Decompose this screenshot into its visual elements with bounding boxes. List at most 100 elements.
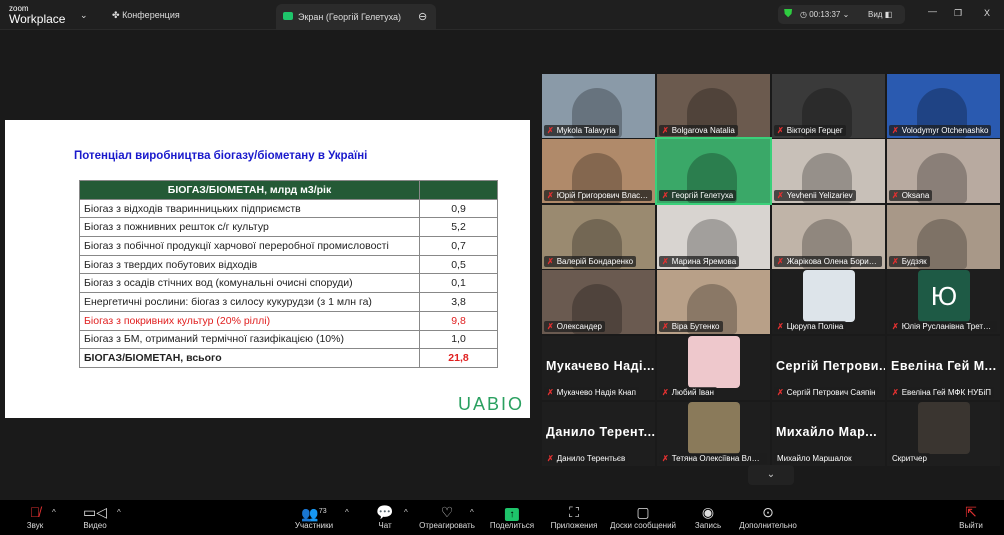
share-screen-tab[interactable]: Экран (Георгій Гелетуха) ⊖	[276, 4, 436, 30]
chat-options-caret[interactable]: ^	[404, 508, 408, 517]
row-label: Біогаз з побічної продукції харчової пер…	[79, 236, 420, 256]
share-tab-label: Экран (Георгій Гелетуха)	[298, 12, 402, 22]
row-value: 21,8	[419, 348, 498, 368]
react-button[interactable]: ♡ Отреагировать	[419, 503, 475, 530]
audio-button[interactable]: 🎙̸ Звук	[27, 503, 43, 530]
participant-tile[interactable]: ✗ Віра Бутенко	[657, 270, 770, 334]
mic-muted-icon: ✗	[777, 322, 784, 331]
close-button[interactable]: X	[984, 8, 990, 18]
meeting-info-button[interactable]: ✤ Конференция	[112, 10, 180, 21]
participant-tile[interactable]: Мукачево Наді... ✗ Мукачево Надія Кнап	[542, 336, 655, 400]
participant-name-label: ✗ Евеліна Гей МФК НУБіП	[889, 387, 995, 398]
row-label: Біогаз з БМ, отриманий термічної газифік…	[79, 329, 420, 350]
participant-name-label: ✗ Жарікова Олена Борисівна	[774, 256, 882, 267]
participant-tile[interactable]: ✗ Георгій Гелетуха	[655, 137, 772, 205]
row-value: 0,9	[419, 198, 498, 219]
participants-button[interactable]: 👥73 Участники	[295, 503, 333, 530]
row-value: 9,8	[419, 310, 498, 331]
participant-tile[interactable]: ✗ Цюрупа Поліна	[772, 270, 885, 334]
participant-tile[interactable]: ✗ Yevhenii Yelizariev	[772, 139, 885, 203]
participant-name-label: ✗ Вікторія Герцег	[774, 125, 846, 136]
meeting-status: ⛊ ◷ 00:13:37 ⌄ Вид ◧	[778, 5, 905, 24]
participant-name-label: ✗ Сергій Петрович Саяпін	[774, 387, 879, 398]
participant-avatar	[688, 336, 740, 388]
participant-tile[interactable]: ✗ Марина Яремова	[657, 205, 770, 269]
participant-tile[interactable]: ✗ Юрій Григорович Власенко	[542, 139, 655, 203]
participant-tile[interactable]: Ю ✗ Юлія Русланівна Третякова	[887, 270, 1000, 334]
mic-muted-icon: ✗	[777, 388, 784, 397]
mic-muted-icon: ✗	[892, 257, 899, 266]
share-indicator-icon	[283, 12, 293, 20]
mic-muted-icon: ✗	[777, 191, 784, 200]
participant-avatar	[688, 402, 740, 454]
table-row: Біогаз з покривних культур (20% ріллі) 9,…	[79, 310, 498, 331]
paw-icon: ✤	[112, 10, 120, 20]
mic-muted-icon: ✗	[547, 257, 554, 266]
record-icon: ◉	[701, 504, 715, 520]
apps-icon: ⛶	[569, 504, 579, 520]
more-button[interactable]: ⊙ Дополнительно	[739, 503, 797, 530]
meeting-timer[interactable]: ◷ 00:13:37 ⌄	[800, 10, 849, 19]
minimize-button[interactable]: —	[928, 6, 937, 16]
video-options-caret[interactable]: ^	[117, 508, 121, 517]
table-row: БІОГАЗ/БІОМЕТАН, всього 21,8	[79, 348, 498, 368]
row-value: 5,2	[419, 217, 498, 238]
participant-name-label: ✗ Мукачево Надія Кнап	[544, 387, 639, 398]
restore-button[interactable]: ❐	[954, 8, 962, 19]
leave-icon: ⇱	[965, 504, 977, 520]
row-value: 3,8	[419, 292, 498, 312]
chat-icon: 💬	[376, 504, 394, 520]
board-icon: ▢	[636, 504, 650, 520]
participant-tile[interactable]: ✗ Volodymyr Otchenashko	[887, 74, 1000, 138]
meeting-label: Конференция	[122, 10, 180, 20]
participant-tile[interactable]: ✗ Тетяна Олексіївна Власенко	[657, 402, 770, 466]
mic-muted-icon: ✗	[547, 322, 554, 331]
people-icon: 👥73	[301, 505, 327, 522]
participants-options-caret[interactable]: ^	[345, 508, 349, 517]
next-page-button[interactable]: ⌄	[748, 465, 794, 485]
chevron-down-icon[interactable]: ⌄	[80, 10, 88, 21]
participant-display-name: Мукачево Наді...	[546, 359, 655, 373]
slide-title: Потенціал виробництва біогазу/біометану …	[74, 150, 368, 162]
shared-slide: Потенціал виробництва біогазу/біометану …	[5, 120, 530, 418]
participant-tile[interactable]: ✗ Валерій Бондаренко	[542, 205, 655, 269]
video-button[interactable]: ▭◁ Видео	[83, 503, 107, 530]
chat-button[interactable]: 💬 Чат	[376, 503, 393, 530]
participant-avatar	[918, 402, 970, 454]
participant-tile[interactable]: ✗ Любий Іван	[657, 336, 770, 400]
apps-button[interactable]: ⛶ Приложения	[551, 503, 598, 530]
view-button[interactable]: Вид ◧	[868, 10, 892, 19]
participant-tile[interactable]: ✗ Будзяк	[887, 205, 1000, 269]
participant-tile[interactable]: Михайло Мар... Михайло Маршалок	[772, 402, 885, 466]
participant-display-name: Евеліна Гей М...	[891, 359, 997, 373]
participant-tile[interactable]: ✗ Жарікова Олена Борисівна	[772, 205, 885, 269]
participant-tile[interactable]: Сергій Петрови... ✗ Сергій Петрович Саяпін	[772, 336, 885, 400]
more-options-icon[interactable]: ⊖	[418, 10, 427, 23]
boards-button[interactable]: ▢ Доски сообщений	[610, 503, 676, 530]
participant-tile[interactable]: ✗ Вікторія Герцег	[772, 74, 885, 138]
participant-name-label: ✗ Георгій Гелетуха	[659, 190, 737, 201]
row-label: Біогаз з твердих побутових відходів	[79, 254, 420, 275]
audio-options-caret[interactable]: ^	[52, 508, 56, 517]
table-row: Біогаз з пожнивних решток с/г культур 5,2	[79, 217, 498, 238]
participant-name-label: ✗ Олександер	[544, 321, 605, 332]
react-options-caret[interactable]: ^	[470, 508, 474, 517]
leave-button[interactable]: ⇱ Выйти	[959, 503, 983, 530]
participant-name-label: ✗ Тетяна Олексіївна Власенко	[659, 453, 767, 464]
mic-muted-icon: ✗	[662, 388, 669, 397]
zoom-logo: zoom Workplace	[9, 4, 66, 26]
row-value: 0,7	[419, 236, 498, 256]
participant-tile[interactable]: ✗ Oksana	[887, 139, 1000, 203]
record-button[interactable]: ◉ Запись	[695, 503, 721, 530]
participant-name-label: Скритчер	[889, 453, 930, 464]
mic-muted-icon: ✗	[892, 322, 899, 331]
participant-tile[interactable]: ✗ Олександер	[542, 270, 655, 334]
participant-tile[interactable]: Скритчер	[887, 402, 1000, 466]
biogas-table: БІОГАЗ/БІОМЕТАН, млрд м3/рік Біогаз з ві…	[79, 180, 498, 368]
share-button[interactable]: ↑ Поделиться	[490, 503, 534, 530]
participant-name-label: ✗ Валерій Бондаренко	[544, 256, 637, 267]
participant-tile[interactable]: ✗ Mykola Talavyria	[542, 74, 655, 138]
participant-tile[interactable]: Данило Терент... ✗ Данило Терентьєв	[542, 402, 655, 466]
participant-tile[interactable]: Евеліна Гей М... ✗ Евеліна Гей МФК НУБіП	[887, 336, 1000, 400]
participant-tile[interactable]: ✗ Bolgarova Natalia	[657, 74, 770, 138]
